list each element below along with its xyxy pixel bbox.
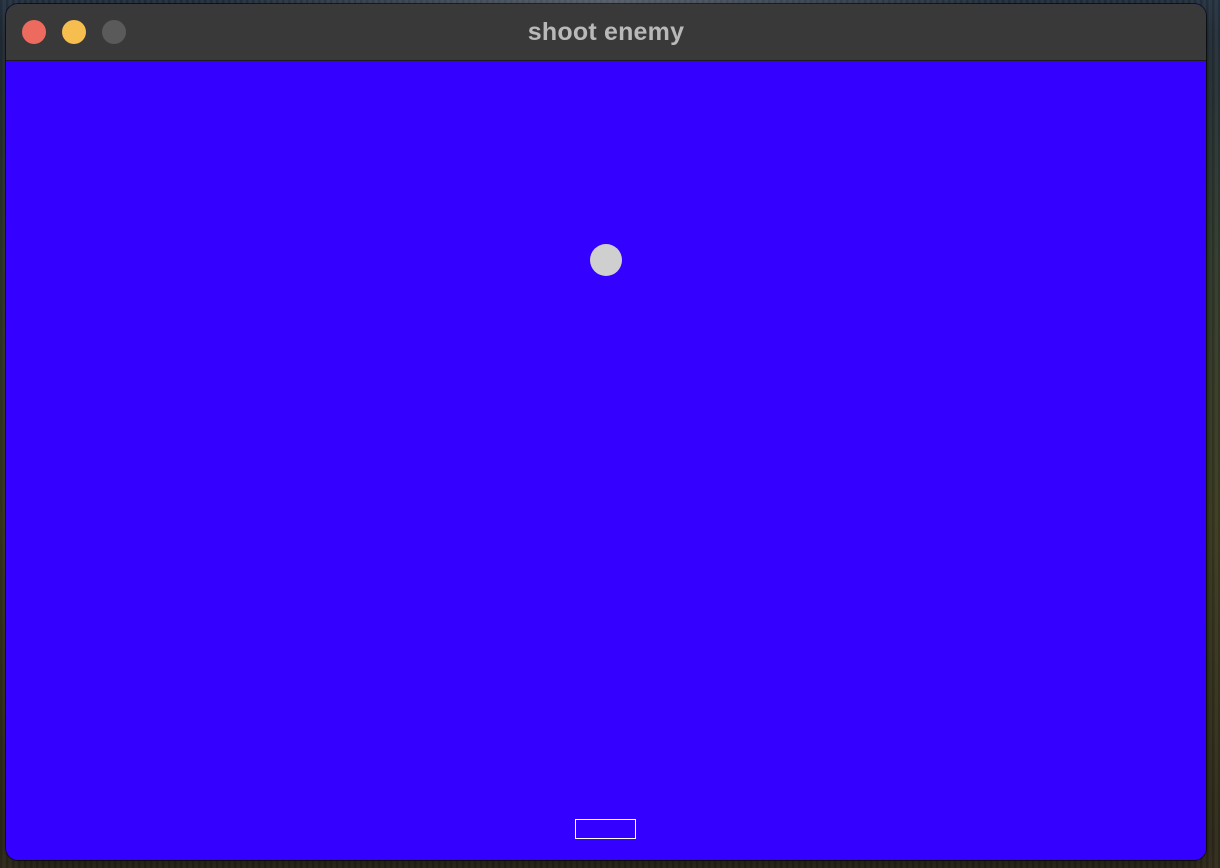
window-title: shoot enemy [527,18,685,46]
game-window: shoot enemy [6,4,1206,860]
player-paddle [575,819,636,839]
game-canvas[interactable] [6,61,1206,860]
window-titlebar[interactable]: shoot enemy [6,4,1206,61]
enemy-ball [590,244,622,276]
